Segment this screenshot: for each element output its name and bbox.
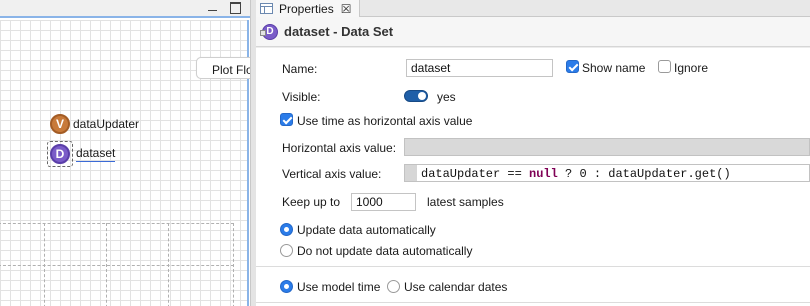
selection-outline: [47, 141, 73, 167]
dataset-label: dataset: [76, 146, 116, 162]
model-time-label: Use model time: [297, 280, 381, 294]
use-time-checkbox[interactable]: [280, 113, 293, 126]
canvas-pane[interactable]: Plot Flo V dataUpdater D dataset: [0, 0, 250, 306]
ignore-checkbox[interactable]: [658, 60, 671, 73]
canvas-item-dataupdater[interactable]: V dataUpdater: [50, 114, 139, 134]
canvas-item-dataset[interactable]: D dataset: [47, 141, 116, 167]
plot-flow-button[interactable]: Plot Flo: [196, 57, 250, 79]
close-icon[interactable]: ☒: [341, 2, 352, 16]
name-field[interactable]: [406, 59, 553, 77]
calendar-dates-radio[interactable]: [387, 280, 400, 293]
properties-body: Name: Show name Ignore Visible: yes Use …: [256, 48, 810, 306]
visible-label: Visible:: [282, 90, 321, 104]
properties-title: dataset - Data Set: [284, 24, 394, 39]
dataset-icon: D: [260, 23, 278, 40]
properties-pane: Properties ☒ D dataset - Data Set Name: …: [256, 0, 810, 306]
name-label: Name:: [282, 62, 318, 76]
update-auto-radio[interactable]: [280, 223, 293, 236]
use-time-label: Use time as horizontal axis value: [297, 114, 473, 128]
keep-up-to-field[interactable]: [351, 193, 416, 211]
dataset-icon-wrap: D: [47, 141, 73, 167]
properties-header: D dataset - Data Set: [256, 17, 810, 47]
vertical-axis-field[interactable]: dataUpdater == null ? 0 : dataUpdater.ge…: [404, 164, 810, 182]
properties-tab-bar: Properties ☒: [256, 0, 810, 17]
tab-properties[interactable]: Properties ☒: [256, 0, 360, 17]
horizontal-axis-field: [404, 138, 810, 156]
canvas-title-bar: [0, 0, 250, 18]
variable-icon: V: [50, 114, 70, 134]
tab-properties-label: Properties: [279, 1, 334, 16]
show-name-checkbox[interactable]: [566, 60, 579, 73]
ignore-label: Ignore: [674, 61, 709, 75]
latest-samples-label: latest samples: [427, 195, 504, 209]
no-update-radio[interactable]: [280, 244, 293, 257]
calendar-dates-label: Use calendar dates: [404, 280, 508, 294]
section-divider: [256, 266, 810, 267]
layout-divider: [0, 265, 234, 266]
visible-toggle[interactable]: [404, 90, 428, 102]
dataupdater-label: dataUpdater: [73, 117, 140, 131]
model-time-radio[interactable]: [280, 280, 293, 293]
visible-value: yes: [437, 90, 456, 104]
keep-up-to-label: Keep up to: [282, 195, 341, 209]
maximize-icon[interactable]: [228, 1, 242, 14]
no-update-label: Do not update data automatically: [297, 244, 473, 258]
update-auto-label: Update data automatically: [297, 223, 436, 237]
properties-icon: [260, 3, 273, 14]
vertical-axis-code[interactable]: dataUpdater == null ? 0 : dataUpdater.ge…: [417, 165, 809, 181]
vertical-axis-label: Vertical axis value:: [282, 167, 382, 181]
section-divider: [256, 302, 810, 303]
minimize-icon[interactable]: [206, 1, 220, 13]
show-name-label: Show name: [582, 61, 646, 75]
horizontal-axis-label: Horizontal axis value:: [282, 141, 397, 155]
